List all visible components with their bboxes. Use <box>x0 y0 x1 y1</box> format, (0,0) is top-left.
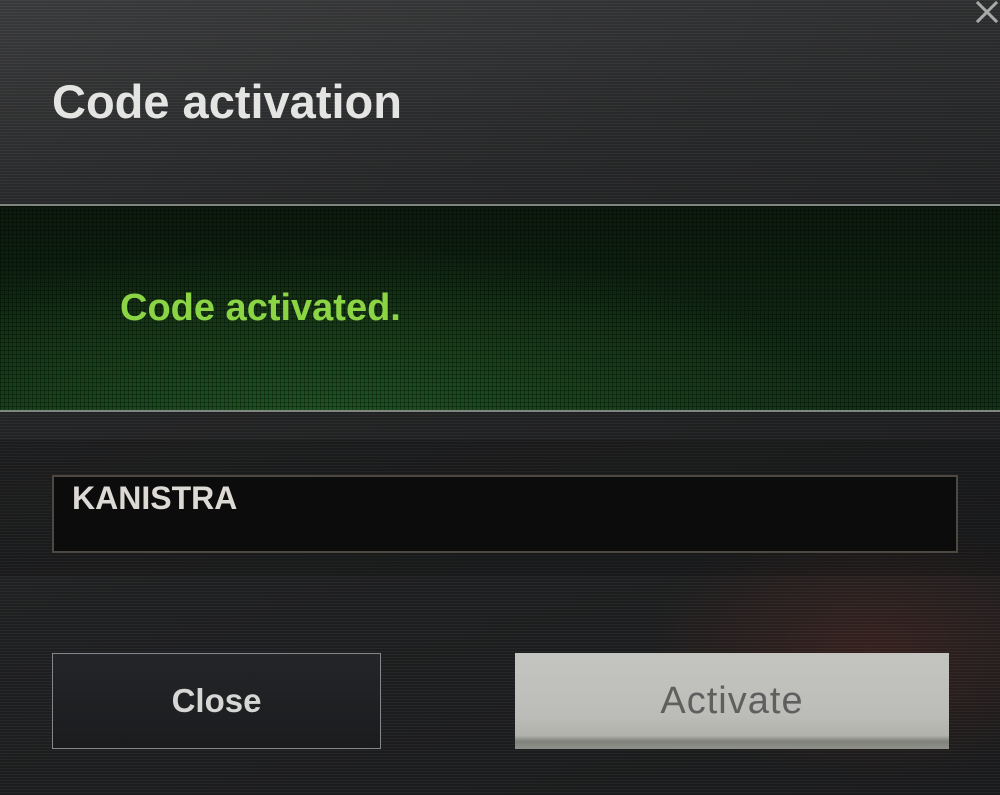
close-button-label: Close <box>171 682 262 719</box>
activate-button[interactable]: Activate <box>515 653 949 749</box>
activate-button-label: Activate <box>660 679 804 722</box>
close-icon[interactable] <box>974 0 1000 26</box>
code-input[interactable] <box>52 475 958 553</box>
dialog-header: Code activation <box>0 0 1000 204</box>
code-activation-dialog: Code activation Code activated. Close Ac… <box>0 0 1000 795</box>
dialog-title: Code activation <box>52 75 402 128</box>
close-icon-glyph <box>975 0 999 24</box>
status-message: Code activated. <box>120 287 401 329</box>
close-button[interactable]: Close <box>52 653 381 749</box>
status-banner: Code activated. <box>0 204 1000 412</box>
